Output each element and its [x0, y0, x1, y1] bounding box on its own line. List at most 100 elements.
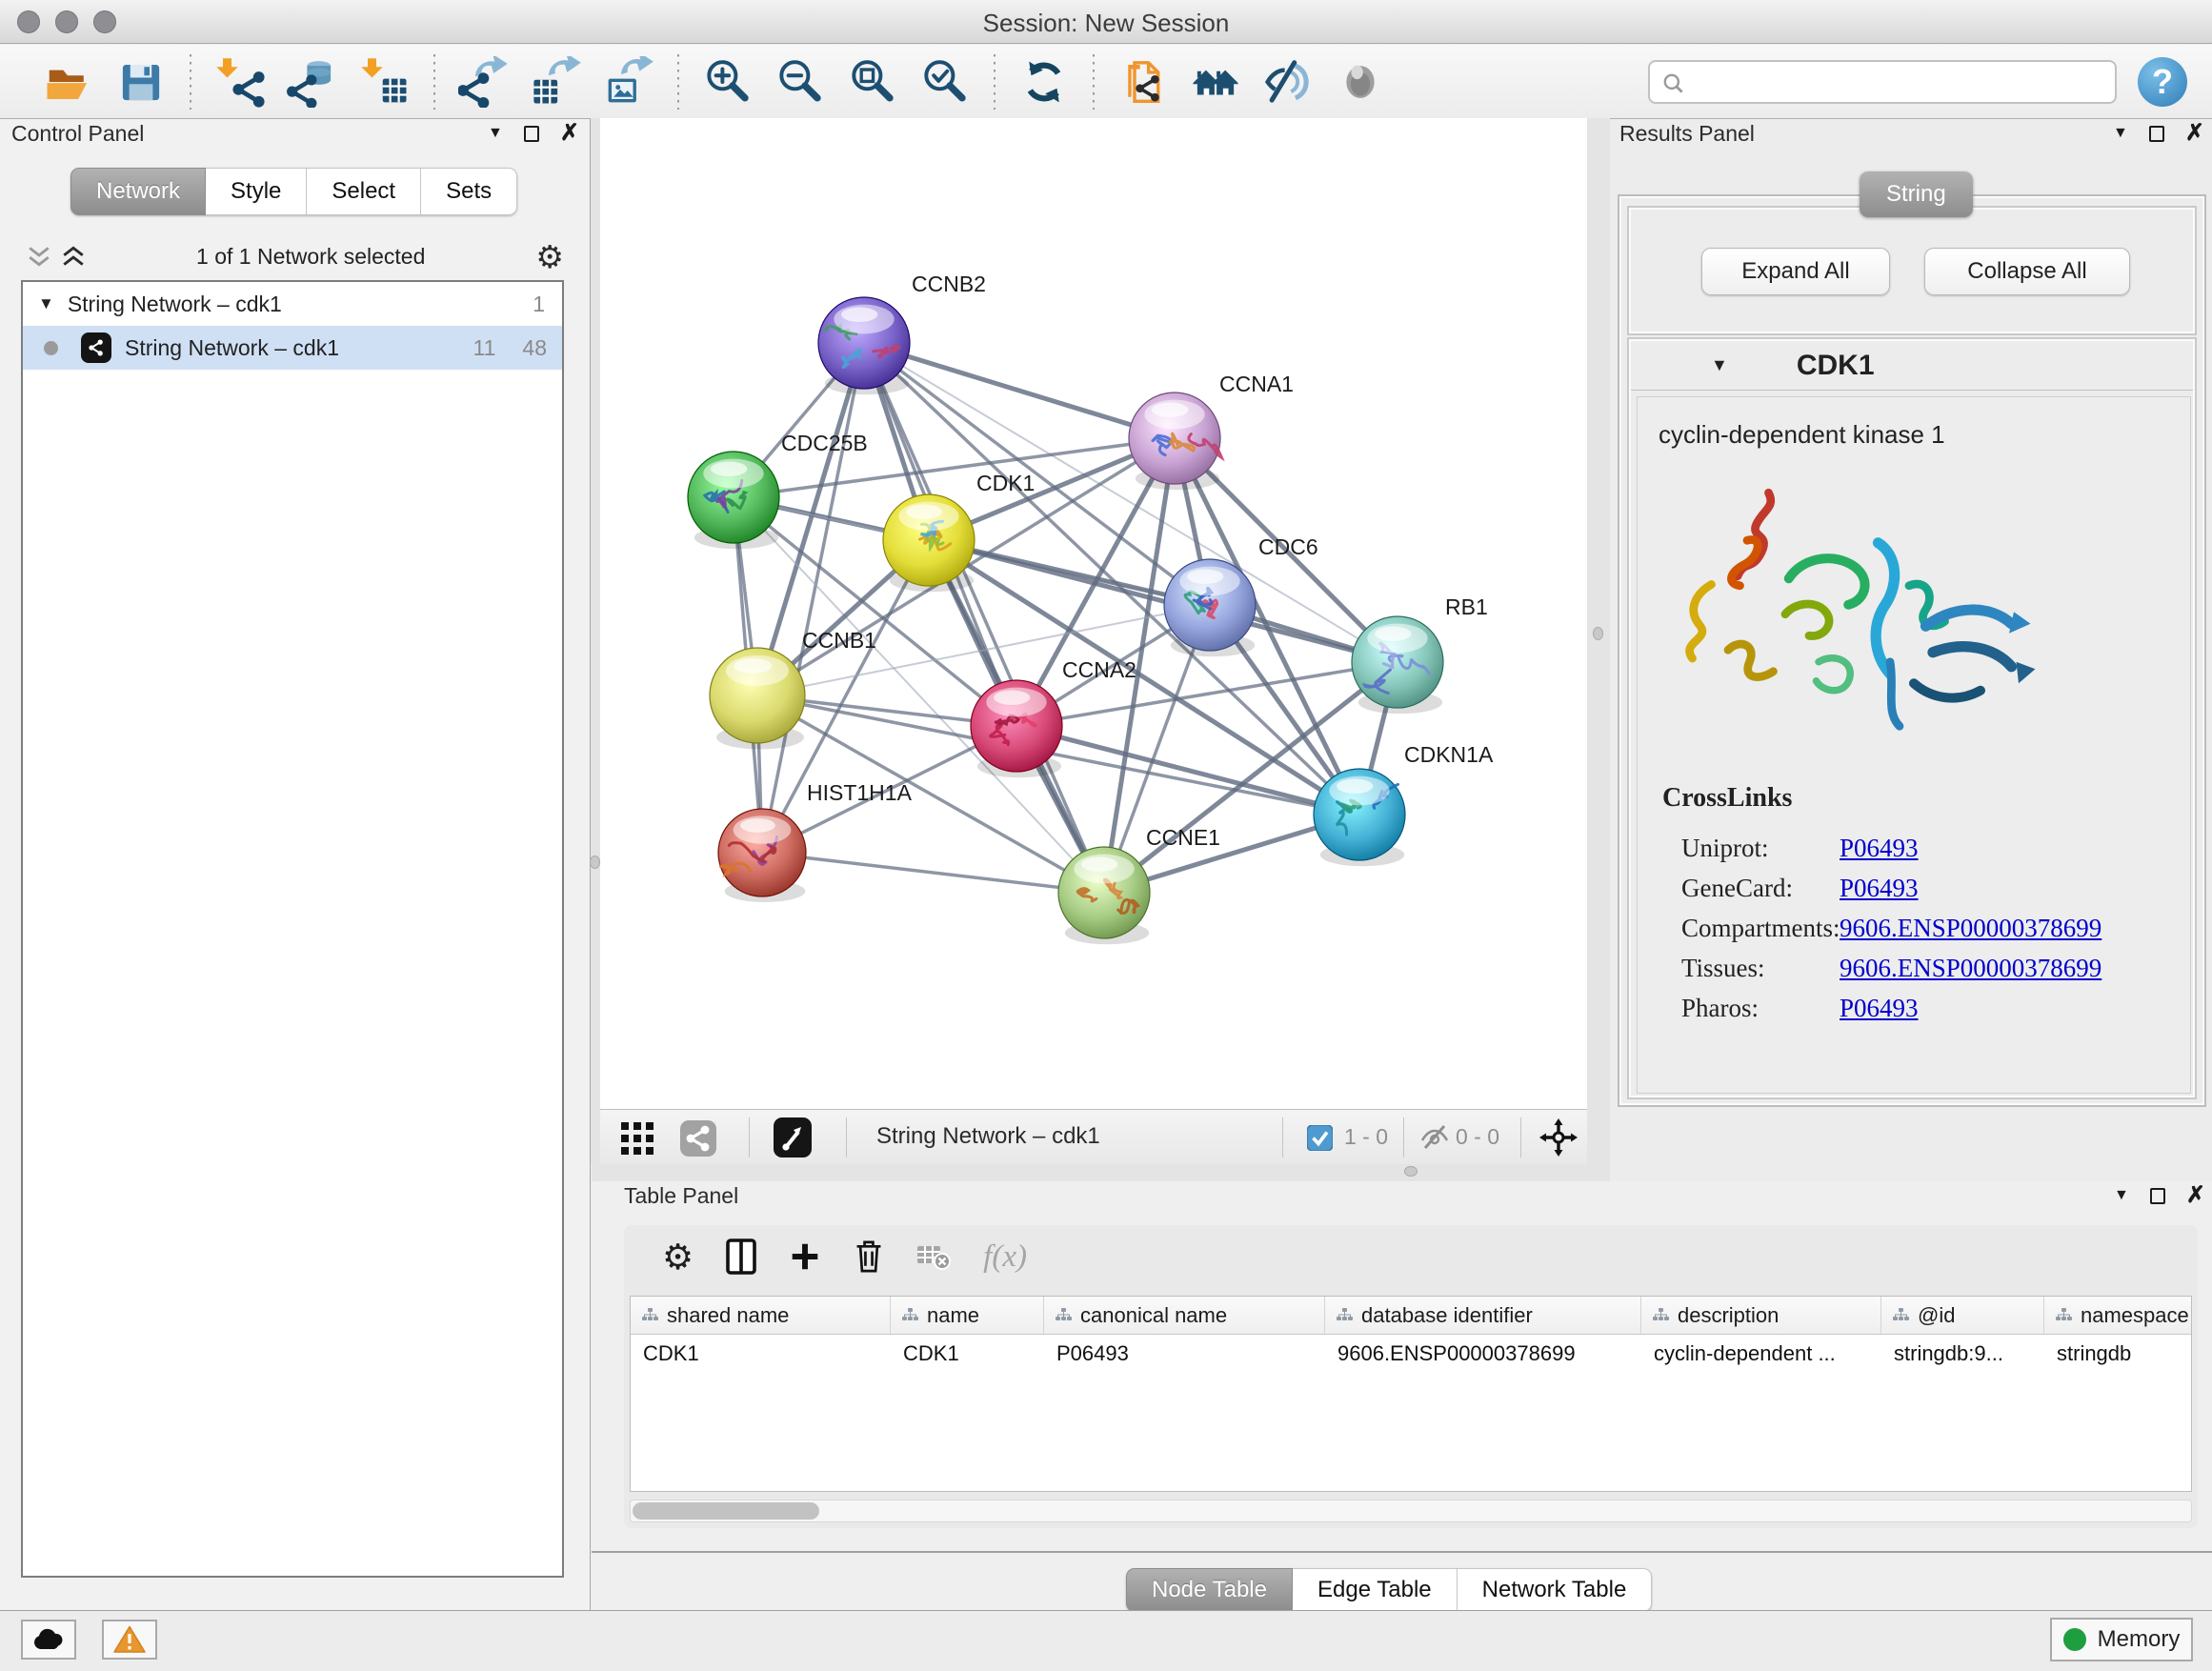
collapse-panel-icon[interactable]: ▼ [2114, 1187, 2129, 1204]
tab-network-table[interactable]: Network Table [1458, 1568, 1653, 1612]
collapse-all-button[interactable]: Collapse All [1924, 248, 2130, 295]
expand-all-icon[interactable] [61, 244, 86, 269]
document-share-icon[interactable] [1116, 55, 1170, 109]
refresh-icon[interactable] [1017, 55, 1071, 109]
network-canvas[interactable]: CCNB2 CCNA1 CDC25B CDK1 CDC6 RB1 CCNB1 C… [600, 118, 1587, 1109]
expand-all-button[interactable]: Expand All [1701, 248, 1890, 295]
save-icon[interactable] [114, 55, 168, 109]
tab-style[interactable]: Style [206, 168, 307, 215]
network-edge[interactable] [762, 853, 1104, 893]
crosslink-value-link[interactable]: 9606.ENSP00000378699 [1840, 914, 2101, 943]
zoom-in-icon[interactable] [701, 55, 754, 109]
network-edge[interactable] [762, 343, 864, 853]
help-button[interactable]: ? [2138, 57, 2187, 107]
share-view-icon[interactable] [680, 1120, 716, 1157]
column-header-namespace[interactable]: namespace [2044, 1297, 2212, 1334]
cloud-button[interactable] [21, 1620, 76, 1660]
table-cell[interactable]: CDK1 [891, 1341, 1044, 1366]
collapse-panel-icon[interactable]: ▼ [488, 125, 503, 142]
selected-checkbox-icon[interactable] [1307, 1125, 1333, 1151]
network-node-CCNA1[interactable]: CCNA1 [1129, 372, 1294, 490]
open-folder-icon[interactable] [42, 55, 95, 109]
network-row-selected[interactable]: String Network – cdk1 11 48 [23, 326, 562, 370]
column-header-description[interactable]: description [1641, 1297, 1881, 1334]
table-row[interactable]: CDK1CDK1P064939606.ENSP00000378699cyclin… [631, 1335, 2191, 1373]
table-cell[interactable]: 9606.ENSP00000378699 [1325, 1341, 1641, 1366]
memory-button[interactable]: Memory [2050, 1618, 2193, 1661]
network-edge[interactable] [864, 343, 1104, 893]
entry-header[interactable]: ▼ CDK1 [1631, 341, 2193, 391]
tab-string[interactable]: String [1860, 171, 1973, 217]
network-edge[interactable] [864, 343, 1175, 438]
close-panel-icon[interactable]: ✗ [2185, 122, 2204, 145]
network-node-CDK1[interactable]: CDK1 [883, 471, 1035, 592]
table-cell[interactable]: cyclin-dependent ... [1641, 1341, 1881, 1366]
right-splitter[interactable] [1587, 118, 1610, 1164]
show-panel-icon[interactable] [1334, 55, 1387, 109]
network-edge[interactable] [929, 540, 1398, 662]
scrollbar-thumb[interactable] [633, 1502, 819, 1520]
tab-select[interactable]: Select [307, 168, 421, 215]
column-header-canonical-name[interactable]: canonical name [1044, 1297, 1325, 1334]
table-cell[interactable]: stringdb:9... [1881, 1341, 2044, 1366]
network-node-CDC6[interactable]: CDC6 [1164, 534, 1318, 656]
tab-network[interactable]: Network [70, 168, 206, 215]
float-panel-icon[interactable] [2149, 126, 2164, 142]
tree-expander-icon[interactable]: ▼ [38, 294, 54, 313]
left-splitter[interactable] [591, 118, 600, 1164]
table-cell[interactable]: P06493 [1044, 1341, 1325, 1366]
collapse-panel-icon[interactable]: ▼ [2113, 125, 2128, 142]
zoom-fit-icon[interactable] [846, 55, 899, 109]
close-panel-icon[interactable]: ✗ [2186, 1184, 2205, 1207]
zoom-selected-icon[interactable] [918, 55, 972, 109]
crosslink-value-link[interactable]: 9606.ENSP00000378699 [1840, 954, 2101, 983]
column-header-shared-name[interactable]: shared name [631, 1297, 891, 1334]
fit-selected-crosshair-icon[interactable] [1538, 1117, 1579, 1158]
float-panel-icon[interactable] [2150, 1188, 2165, 1204]
table-cell[interactable]: CDK1 [631, 1341, 891, 1366]
table-cell[interactable]: stringdb [2044, 1341, 2212, 1366]
hide-panel-icon[interactable] [1261, 55, 1315, 109]
grid-view-icon[interactable] [621, 1122, 654, 1155]
birdseye-view-icon[interactable] [774, 1117, 812, 1158]
splitter-handle[interactable] [1404, 1166, 1418, 1177]
gear-icon[interactable]: ⚙ [662, 1239, 694, 1275]
network-node-CCNB2[interactable]: CCNB2 [818, 272, 986, 394]
network-collection-row[interactable]: ▼ String Network – cdk1 1 [23, 282, 562, 326]
close-panel-icon[interactable]: ✗ [560, 122, 579, 145]
network-graph[interactable]: CCNB2 CCNA1 CDC25B CDK1 CDC6 RB1 CCNB1 C… [600, 118, 1587, 1109]
splitter-handle[interactable] [590, 856, 600, 869]
homes-icon[interactable] [1189, 55, 1242, 109]
tab-sets[interactable]: Sets [421, 168, 517, 215]
import-network-icon[interactable] [213, 55, 267, 109]
search-input[interactable] [1694, 64, 2103, 100]
crosslink-value-link[interactable]: P06493 [1840, 874, 1919, 903]
crosslink-value-link[interactable]: P06493 [1840, 994, 1919, 1023]
column-header--id[interactable]: @id [1881, 1297, 2044, 1334]
column-header-database-identifier[interactable]: database identifier [1325, 1297, 1641, 1334]
add-column-icon[interactable] [789, 1240, 821, 1273]
collapse-all-icon[interactable] [27, 244, 51, 269]
zoom-out-icon[interactable] [774, 55, 827, 109]
export-image-icon[interactable] [602, 55, 655, 109]
export-network-icon[interactable] [457, 55, 511, 109]
splitter-handle[interactable] [1593, 627, 1603, 640]
show-columns-icon[interactable] [726, 1238, 756, 1275]
network-node-RB1[interactable]: RB1 [1352, 594, 1488, 714]
import-table-icon[interactable] [358, 55, 412, 109]
export-table-icon[interactable] [530, 55, 583, 109]
warnings-button[interactable] [102, 1620, 157, 1660]
network-node-CDKN1A[interactable]: CDKN1A [1314, 742, 1494, 866]
import-database-icon[interactable] [286, 55, 339, 109]
delete-column-icon[interactable] [854, 1238, 884, 1275]
horizontal-scrollbar[interactable] [630, 1500, 2192, 1522]
float-panel-icon[interactable] [524, 126, 539, 142]
function-builder-icon: f(x) [983, 1239, 1027, 1275]
crosslink-value-link[interactable]: P06493 [1840, 834, 1919, 863]
tab-edge-table[interactable]: Edge Table [1293, 1568, 1458, 1612]
column-header-name[interactable]: name [891, 1297, 1044, 1334]
tab-node-table[interactable]: Node Table [1126, 1568, 1293, 1612]
gear-icon[interactable]: ⚙ [535, 241, 564, 272]
entry-expander-icon[interactable]: ▼ [1711, 355, 1728, 375]
network-node-HIST1H1A[interactable]: HIST1H1A [718, 780, 913, 902]
